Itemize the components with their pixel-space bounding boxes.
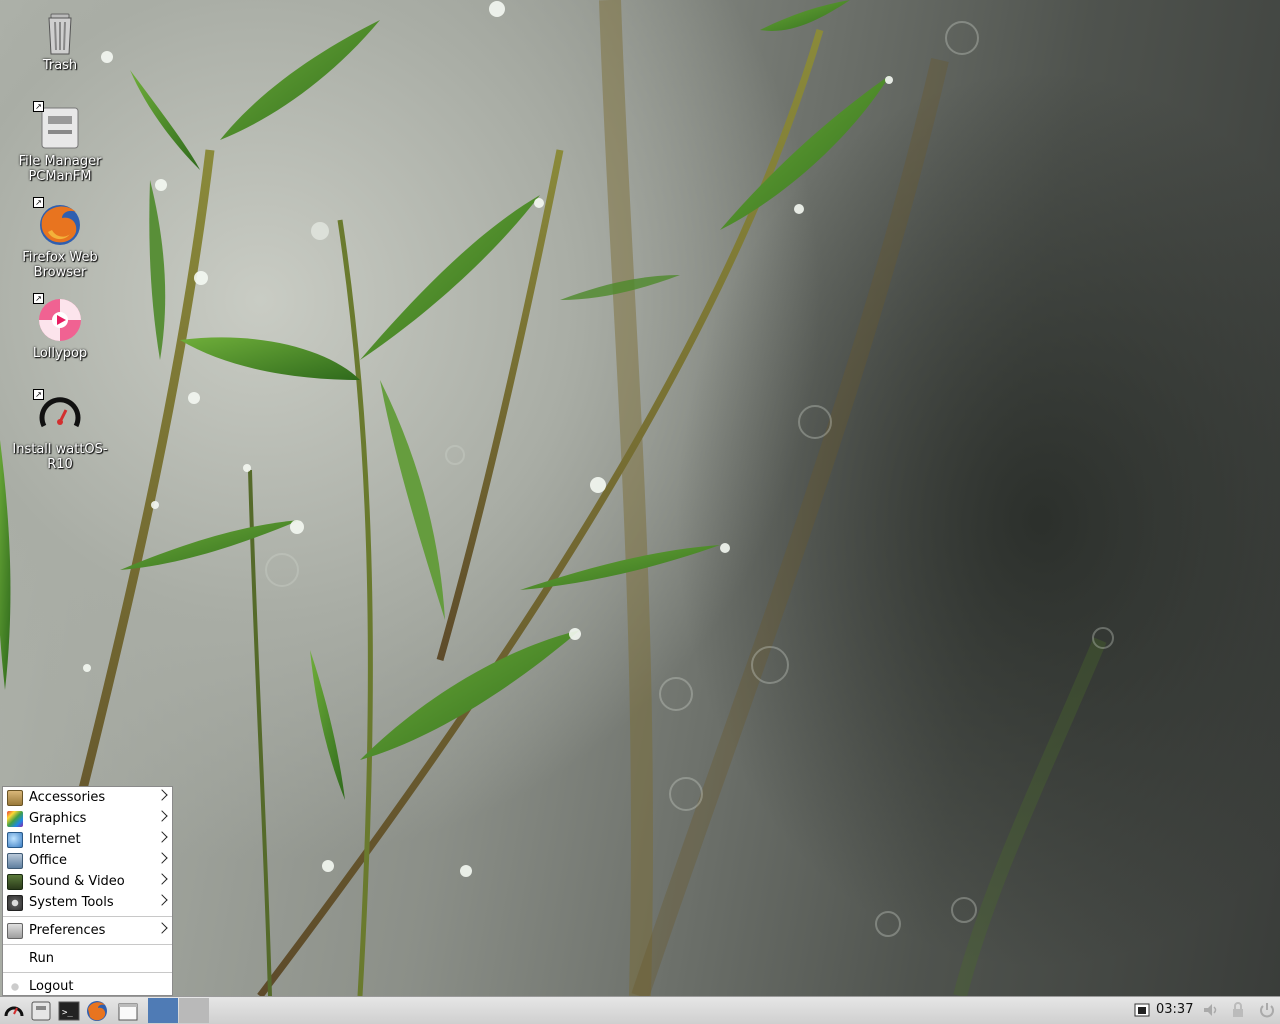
menu-item-label: Run xyxy=(29,951,54,966)
menu-item-label: Graphics xyxy=(29,811,87,826)
chevron-right-icon xyxy=(156,831,168,843)
firefox-icon: ↗ xyxy=(33,197,84,248)
chevron-right-icon xyxy=(156,873,168,885)
show-desktop-icon xyxy=(118,1003,138,1021)
menu-item-internet[interactable]: Internet xyxy=(3,829,172,850)
power-icon[interactable] xyxy=(1258,1001,1276,1019)
desktop-icon-trash[interactable]: Trash xyxy=(5,8,115,73)
menu-launcher-button[interactable] xyxy=(2,999,26,1023)
menu-item-label: Internet xyxy=(29,832,81,847)
desktop-icon-install-wattos[interactable]: ↗ Install wattOS- R10 xyxy=(5,389,115,472)
desktop-icon-firefox[interactable]: ↗ Firefox Web Browser xyxy=(5,197,115,280)
desktop-icon-label: File Manager PCManFM xyxy=(18,154,102,184)
file-manager-icon xyxy=(31,1001,51,1021)
menu-item-accessories[interactable]: Accessories xyxy=(3,787,172,808)
accessories-icon xyxy=(7,789,23,806)
chevron-right-icon xyxy=(156,810,168,822)
menu-item-office[interactable]: Office xyxy=(3,850,172,871)
menu-item-system-tools[interactable]: System Tools xyxy=(3,892,172,913)
desktop-icon-label: Firefox Web Browser xyxy=(22,250,98,280)
wallpaper-bamboo-image xyxy=(0,0,1114,996)
desktop-icon-lollypop[interactable]: ↗ Lollypop xyxy=(5,293,115,361)
menu-item-preferences[interactable]: Preferences xyxy=(3,920,172,941)
menu-separator xyxy=(3,944,172,945)
preferences-icon xyxy=(7,922,23,939)
chevron-right-icon xyxy=(156,789,168,801)
shortcut-arrow-icon: ↗ xyxy=(33,197,44,208)
workspace-1-button[interactable] xyxy=(148,998,178,1023)
taskbar: >_ 03:37 xyxy=(0,996,1280,1024)
file-manager-icon: ↗ xyxy=(33,101,84,152)
workspace-2-button[interactable] xyxy=(179,998,209,1023)
desktop-icon-file-manager[interactable]: ↗ File Manager PCManFM xyxy=(5,101,115,184)
graphics-icon xyxy=(7,810,23,827)
shortcut-arrow-icon: ↗ xyxy=(33,293,44,304)
office-icon xyxy=(7,852,23,869)
menu-item-run[interactable]: Run xyxy=(3,948,172,969)
terminal-launcher[interactable]: >_ xyxy=(57,999,81,1023)
sound-video-icon xyxy=(7,873,23,890)
desktop-icon-label: Trash xyxy=(42,58,78,73)
system-tools-icon xyxy=(7,894,23,911)
trash-icon xyxy=(36,8,84,56)
network-icon[interactable] xyxy=(1133,1001,1151,1019)
svg-text:>_: >_ xyxy=(62,1008,73,1018)
internet-icon xyxy=(7,831,23,848)
menu-item-label: Office xyxy=(29,853,67,868)
start-menu: Accessories Graphics Internet Office Sou… xyxy=(2,786,173,996)
clock[interactable]: 03:37 xyxy=(1156,1002,1193,1017)
desktop[interactable]: Trash ↗ File Manager PCManFM ↗ Firefox W… xyxy=(0,0,1280,996)
logout-icon xyxy=(7,978,23,995)
shortcut-arrow-icon: ↗ xyxy=(33,101,44,112)
run-icon xyxy=(7,951,23,967)
installer-gauge-icon: ↗ xyxy=(33,389,84,440)
desktop-icon-label: Lollypop xyxy=(32,346,88,361)
show-desktop-button[interactable] xyxy=(116,999,140,1023)
chevron-right-icon xyxy=(156,894,168,906)
menu-item-label: System Tools xyxy=(29,895,114,910)
chevron-right-icon xyxy=(156,852,168,864)
firefox-icon xyxy=(87,1001,107,1021)
menu-item-label: Sound & Video xyxy=(29,874,125,889)
menu-item-label: Preferences xyxy=(29,923,106,938)
terminal-icon: >_ xyxy=(58,1001,80,1021)
shortcut-arrow-icon: ↗ xyxy=(33,389,44,400)
menu-item-logout[interactable]: Logout xyxy=(3,976,172,996)
firefox-launcher[interactable] xyxy=(85,999,109,1023)
menu-item-sound-video[interactable]: Sound & Video xyxy=(3,871,172,892)
lock-icon[interactable] xyxy=(1229,1001,1247,1019)
lollypop-icon: ↗ xyxy=(33,293,84,344)
volume-icon[interactable] xyxy=(1202,1001,1220,1019)
chevron-right-icon xyxy=(156,922,168,934)
menu-item-graphics[interactable]: Graphics xyxy=(3,808,172,829)
menu-item-label: Logout xyxy=(29,979,74,994)
menu-item-label: Accessories xyxy=(29,790,106,805)
file-manager-launcher[interactable] xyxy=(29,999,53,1023)
menu-separator xyxy=(3,916,172,917)
desktop-icon-label: Install wattOS- R10 xyxy=(12,442,108,472)
menu-gauge-icon xyxy=(4,1006,24,1017)
menu-separator xyxy=(3,972,172,973)
